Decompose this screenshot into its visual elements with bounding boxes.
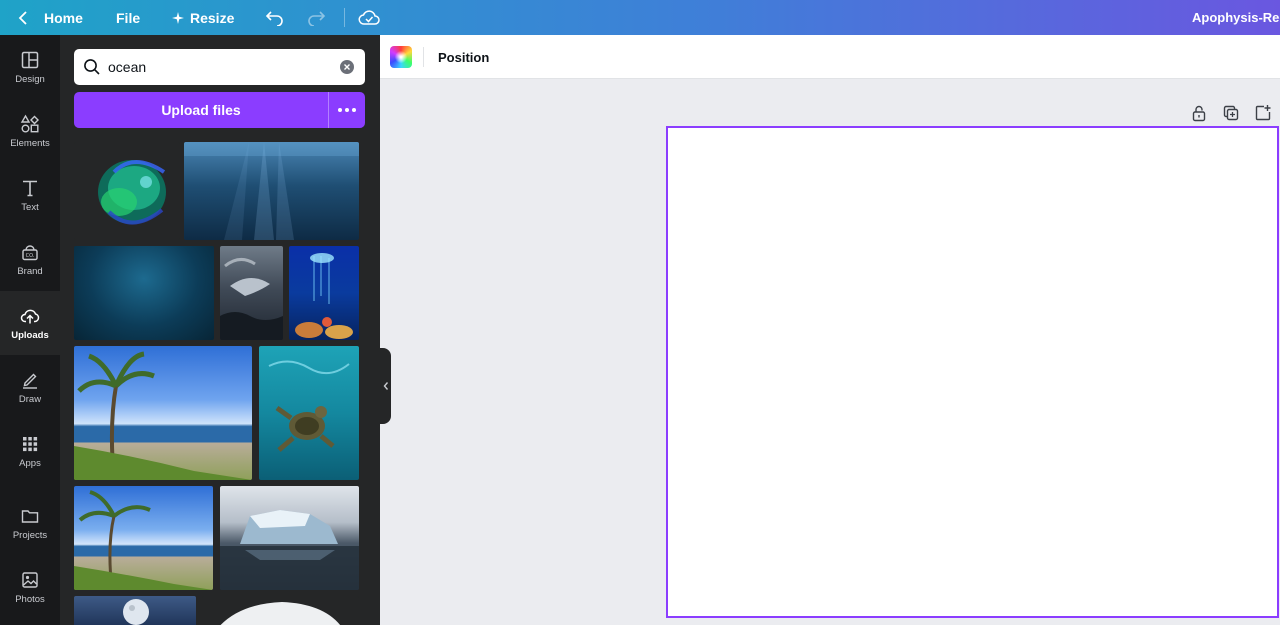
sidebar-item-apps[interactable]: Apps — [0, 419, 60, 483]
sidebar-item-elements[interactable]: Elements — [0, 99, 60, 163]
file-menu-button[interactable]: File — [116, 0, 140, 35]
resize-button[interactable]: Resize — [172, 0, 234, 35]
chevron-left-icon — [18, 10, 27, 25]
lock-icon — [1192, 105, 1206, 122]
shapes-icon — [20, 114, 39, 132]
save-status-button[interactable] — [358, 0, 380, 35]
lock-page-button[interactable] — [1190, 104, 1208, 122]
add-page-button[interactable] — [1254, 104, 1272, 122]
design-canvas-page[interactable] — [666, 126, 1279, 618]
image-thumb-palm-beach[interactable] — [74, 346, 252, 480]
resize-icon — [172, 11, 184, 24]
sidebar-item-design[interactable]: Design — [0, 35, 60, 99]
position-button[interactable]: Position — [438, 35, 489, 79]
file-label: File — [116, 9, 141, 26]
image-thumb-deep-blue[interactable] — [74, 246, 214, 340]
cloud-saved-icon — [358, 9, 380, 25]
sidebar-item-label: Projects — [12, 529, 48, 541]
home-button[interactable]: Home — [18, 0, 83, 35]
text-icon — [23, 180, 37, 196]
sidebar-item-brand[interactable]: CO. Brand — [0, 227, 60, 291]
add-page-icon — [1255, 105, 1271, 121]
more-options-icon[interactable] — [329, 92, 365, 128]
redo-icon — [308, 10, 326, 26]
svg-text:CO.: CO. — [26, 253, 35, 259]
layout-icon — [21, 51, 39, 68]
top-bar: Home File Resize Apophysis-Rec — [0, 0, 1280, 35]
folder-icon — [21, 509, 39, 523]
sidebar-rail: Design Elements Text CO. Brand Uploads D… — [0, 35, 60, 625]
duplicate-icon — [1223, 105, 1239, 121]
duplicate-page-button[interactable] — [1222, 104, 1240, 122]
cloud-upload-icon — [20, 309, 40, 323]
search-box — [74, 49, 365, 85]
search-icon — [84, 59, 100, 75]
image-thumb-dolphin-storm[interactable] — [220, 246, 283, 340]
sidebar-item-projects[interactable]: Projects — [0, 491, 60, 555]
apps-grid-icon — [23, 436, 38, 451]
pen-icon — [23, 373, 37, 389]
image-thumb-reef-jellyfish[interactable] — [289, 246, 359, 340]
sidebar-item-label: Brand — [17, 265, 43, 277]
image-thumb-iceberg[interactable] — [220, 486, 359, 590]
document-title[interactable]: Apophysis-Rec — [1192, 0, 1280, 35]
sidebar-item-text[interactable]: Text — [0, 163, 60, 227]
sidebar-item-label: Elements — [10, 137, 50, 149]
sidebar-item-label: Apps — [19, 457, 41, 469]
search-input[interactable] — [108, 57, 328, 77]
home-label: Home — [44, 9, 83, 26]
image-thumb-white-wave[interactable] — [202, 596, 359, 625]
undo-icon — [265, 10, 283, 26]
image-icon — [22, 571, 38, 588]
sidebar-item-uploads[interactable]: Uploads — [0, 291, 60, 355]
image-thumb-sea-turtle[interactable] — [259, 346, 359, 480]
sidebar-item-draw[interactable]: Draw — [0, 355, 60, 419]
sidebar-item-label: Text — [21, 201, 39, 213]
background-color-picker[interactable] — [390, 46, 412, 68]
undo-button[interactable] — [265, 0, 285, 35]
resize-label: Resize — [190, 9, 235, 26]
image-thumb-fractal-fish[interactable] — [74, 142, 180, 240]
toolbar-divider — [344, 8, 345, 27]
clear-search-icon[interactable] — [340, 60, 354, 74]
image-thumb-moon-sea[interactable] — [74, 596, 196, 625]
redo-button[interactable] — [306, 0, 326, 35]
uploads-panel: Upload files — [60, 35, 380, 625]
upload-files-button[interactable]: Upload files — [74, 92, 328, 128]
sidebar-item-label: Draw — [18, 393, 42, 405]
upload-button-group: Upload files — [74, 92, 365, 128]
sidebar-item-label: Uploads — [11, 329, 49, 341]
sidebar-item-photos[interactable]: Photos — [0, 555, 60, 619]
toolbar-divider — [423, 47, 424, 67]
image-thumb-palm-beach-2[interactable] — [74, 486, 213, 590]
brand-icon: CO. — [22, 244, 38, 260]
sidebar-item-label: Photos — [15, 593, 45, 605]
sidebar-item-label: Design — [15, 73, 45, 85]
chevron-left-icon — [383, 382, 388, 390]
image-thumb-underwater-rays[interactable] — [184, 142, 359, 240]
context-toolbar: Position — [380, 35, 1280, 79]
collapse-panel-handle[interactable] — [380, 348, 391, 424]
